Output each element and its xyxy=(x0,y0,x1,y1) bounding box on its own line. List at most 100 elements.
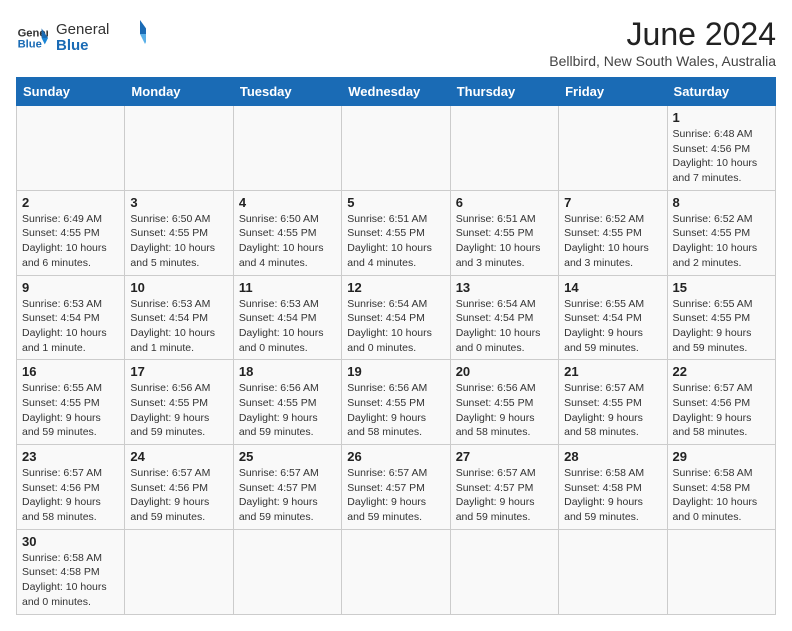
weekday-header-monday: Monday xyxy=(125,78,233,106)
weekday-header-wednesday: Wednesday xyxy=(342,78,450,106)
day-info: Sunrise: 6:56 AM Sunset: 4:55 PM Dayligh… xyxy=(130,381,227,440)
weekday-header-tuesday: Tuesday xyxy=(233,78,341,106)
day-number: 24 xyxy=(130,449,227,464)
day-cell: 14 Sunrise: 6:55 AM Sunset: 4:54 PM Dayli… xyxy=(559,275,667,360)
day-cell: 30 Sunrise: 6:58 AM Sunset: 4:58 PM Dayli… xyxy=(17,529,125,614)
day-number: 8 xyxy=(673,195,770,210)
day-cell: 13Sunrise: 6:54 AM Sunset: 4:54 PM Dayli… xyxy=(450,275,558,360)
day-cell: 7 Sunrise: 6:52 AM Sunset: 4:55 PM Daylig… xyxy=(559,190,667,275)
day-cell xyxy=(233,106,341,191)
day-number: 11 xyxy=(239,280,336,295)
day-number: 22 xyxy=(673,364,770,379)
day-cell: 20Sunrise: 6:56 AM Sunset: 4:55 PM Dayli… xyxy=(450,360,558,445)
day-cell xyxy=(17,106,125,191)
day-cell: 15Sunrise: 6:55 AM Sunset: 4:55 PM Dayli… xyxy=(667,275,775,360)
day-cell: 2 Sunrise: 6:49 AM Sunset: 4:55 PM Daylig… xyxy=(17,190,125,275)
day-cell xyxy=(342,529,450,614)
day-info: Sunrise: 6:50 AM Sunset: 4:55 PM Dayligh… xyxy=(130,212,227,271)
day-cell: 24 Sunrise: 6:57 AM Sunset: 4:56 PM Dayli… xyxy=(125,445,233,530)
day-cell xyxy=(559,106,667,191)
week-row-4: 16Sunrise: 6:55 AM Sunset: 4:55 PM Dayli… xyxy=(17,360,776,445)
day-cell: 22 Sunrise: 6:57 AM Sunset: 4:56 PM Dayli… xyxy=(667,360,775,445)
day-number: 3 xyxy=(130,195,227,210)
week-row-3: 9Sunrise: 6:53 AM Sunset: 4:54 PM Daylig… xyxy=(17,275,776,360)
day-number: 30 xyxy=(22,534,119,549)
day-number: 16 xyxy=(22,364,119,379)
svg-text:Blue: Blue xyxy=(18,38,42,50)
day-number: 7 xyxy=(564,195,661,210)
day-info: Sunrise: 6:58 AM Sunset: 4:58 PM Dayligh… xyxy=(673,466,770,525)
day-info: Sunrise: 6:52 AM Sunset: 4:55 PM Dayligh… xyxy=(564,212,661,271)
day-number: 5 xyxy=(347,195,444,210)
day-cell: 21Sunrise: 6:57 AM Sunset: 4:55 PM Dayli… xyxy=(559,360,667,445)
logo-svg: General Blue xyxy=(56,16,146,54)
calendar-table: SundayMondayTuesdayWednesdayThursdayFrid… xyxy=(16,77,776,615)
day-info: Sunrise: 6:55 AM Sunset: 4:55 PM Dayligh… xyxy=(673,297,770,356)
week-row-5: 23 Sunrise: 6:57 AM Sunset: 4:56 PM Dayli… xyxy=(17,445,776,530)
week-row-2: 2 Sunrise: 6:49 AM Sunset: 4:55 PM Daylig… xyxy=(17,190,776,275)
day-number: 25 xyxy=(239,449,336,464)
day-number: 2 xyxy=(22,195,119,210)
day-info: Sunrise: 6:49 AM Sunset: 4:55 PM Dayligh… xyxy=(22,212,119,271)
day-number: 27 xyxy=(456,449,553,464)
day-info: Sunrise: 6:54 AM Sunset: 4:54 PM Dayligh… xyxy=(456,297,553,356)
day-cell: 8 Sunrise: 6:52 AM Sunset: 4:55 PM Daylig… xyxy=(667,190,775,275)
day-cell xyxy=(233,529,341,614)
location-title: Bellbird, New South Wales, Australia xyxy=(549,53,776,69)
day-number: 18 xyxy=(239,364,336,379)
day-info: Sunrise: 6:57 AM Sunset: 4:57 PM Dayligh… xyxy=(239,466,336,525)
weekday-header-sunday: Sunday xyxy=(17,78,125,106)
day-info: Sunrise: 6:48 AM Sunset: 4:56 PM Dayligh… xyxy=(673,127,770,186)
day-info: Sunrise: 6:57 AM Sunset: 4:56 PM Dayligh… xyxy=(22,466,119,525)
logo: General Blue General Blue xyxy=(16,16,146,59)
day-cell: 1 Sunrise: 6:48 AM Sunset: 4:56 PM Daylig… xyxy=(667,106,775,191)
day-cell: 6Sunrise: 6:51 AM Sunset: 4:55 PM Daylig… xyxy=(450,190,558,275)
day-cell xyxy=(125,529,233,614)
day-info: Sunrise: 6:56 AM Sunset: 4:55 PM Dayligh… xyxy=(239,381,336,440)
day-number: 10 xyxy=(130,280,227,295)
month-title: June 2024 xyxy=(549,16,776,53)
day-number: 23 xyxy=(22,449,119,464)
day-info: Sunrise: 6:57 AM Sunset: 4:56 PM Dayligh… xyxy=(130,466,227,525)
day-info: Sunrise: 6:54 AM Sunset: 4:54 PM Dayligh… xyxy=(347,297,444,356)
day-cell: 11 Sunrise: 6:53 AM Sunset: 4:54 PM Dayli… xyxy=(233,275,341,360)
day-number: 6 xyxy=(456,195,553,210)
day-info: Sunrise: 6:58 AM Sunset: 4:58 PM Dayligh… xyxy=(22,551,119,610)
day-number: 29 xyxy=(673,449,770,464)
day-cell: 18 Sunrise: 6:56 AM Sunset: 4:55 PM Dayli… xyxy=(233,360,341,445)
day-cell xyxy=(450,106,558,191)
logo-icon: General Blue xyxy=(16,22,48,54)
day-info: Sunrise: 6:53 AM Sunset: 4:54 PM Dayligh… xyxy=(239,297,336,356)
day-number: 12 xyxy=(347,280,444,295)
weekday-header-thursday: Thursday xyxy=(450,78,558,106)
day-number: 21 xyxy=(564,364,661,379)
day-cell: 25 Sunrise: 6:57 AM Sunset: 4:57 PM Dayli… xyxy=(233,445,341,530)
day-number: 4 xyxy=(239,195,336,210)
svg-text:General: General xyxy=(56,21,109,38)
day-number: 1 xyxy=(673,110,770,125)
weekday-header-saturday: Saturday xyxy=(667,78,775,106)
weekday-header-friday: Friday xyxy=(559,78,667,106)
day-cell xyxy=(125,106,233,191)
day-cell xyxy=(450,529,558,614)
day-info: Sunrise: 6:57 AM Sunset: 4:57 PM Dayligh… xyxy=(347,466,444,525)
day-info: Sunrise: 6:53 AM Sunset: 4:54 PM Dayligh… xyxy=(22,297,119,356)
day-cell xyxy=(559,529,667,614)
day-info: Sunrise: 6:57 AM Sunset: 4:57 PM Dayligh… xyxy=(456,466,553,525)
day-info: Sunrise: 6:57 AM Sunset: 4:56 PM Dayligh… xyxy=(673,381,770,440)
day-info: Sunrise: 6:55 AM Sunset: 4:54 PM Dayligh… xyxy=(564,297,661,356)
day-cell: 23 Sunrise: 6:57 AM Sunset: 4:56 PM Dayli… xyxy=(17,445,125,530)
title-area: June 2024 Bellbird, New South Wales, Aus… xyxy=(549,16,776,69)
weekday-header-row: SundayMondayTuesdayWednesdayThursdayFrid… xyxy=(17,78,776,106)
day-info: Sunrise: 6:56 AM Sunset: 4:55 PM Dayligh… xyxy=(347,381,444,440)
day-number: 26 xyxy=(347,449,444,464)
day-info: Sunrise: 6:52 AM Sunset: 4:55 PM Dayligh… xyxy=(673,212,770,271)
day-number: 14 xyxy=(564,280,661,295)
day-number: 20 xyxy=(456,364,553,379)
day-cell: 16Sunrise: 6:55 AM Sunset: 4:55 PM Dayli… xyxy=(17,360,125,445)
day-cell: 5Sunrise: 6:51 AM Sunset: 4:55 PM Daylig… xyxy=(342,190,450,275)
day-info: Sunrise: 6:58 AM Sunset: 4:58 PM Dayligh… xyxy=(564,466,661,525)
day-cell: 10Sunrise: 6:53 AM Sunset: 4:54 PM Dayli… xyxy=(125,275,233,360)
day-number: 17 xyxy=(130,364,227,379)
day-cell: 17 Sunrise: 6:56 AM Sunset: 4:55 PM Dayli… xyxy=(125,360,233,445)
